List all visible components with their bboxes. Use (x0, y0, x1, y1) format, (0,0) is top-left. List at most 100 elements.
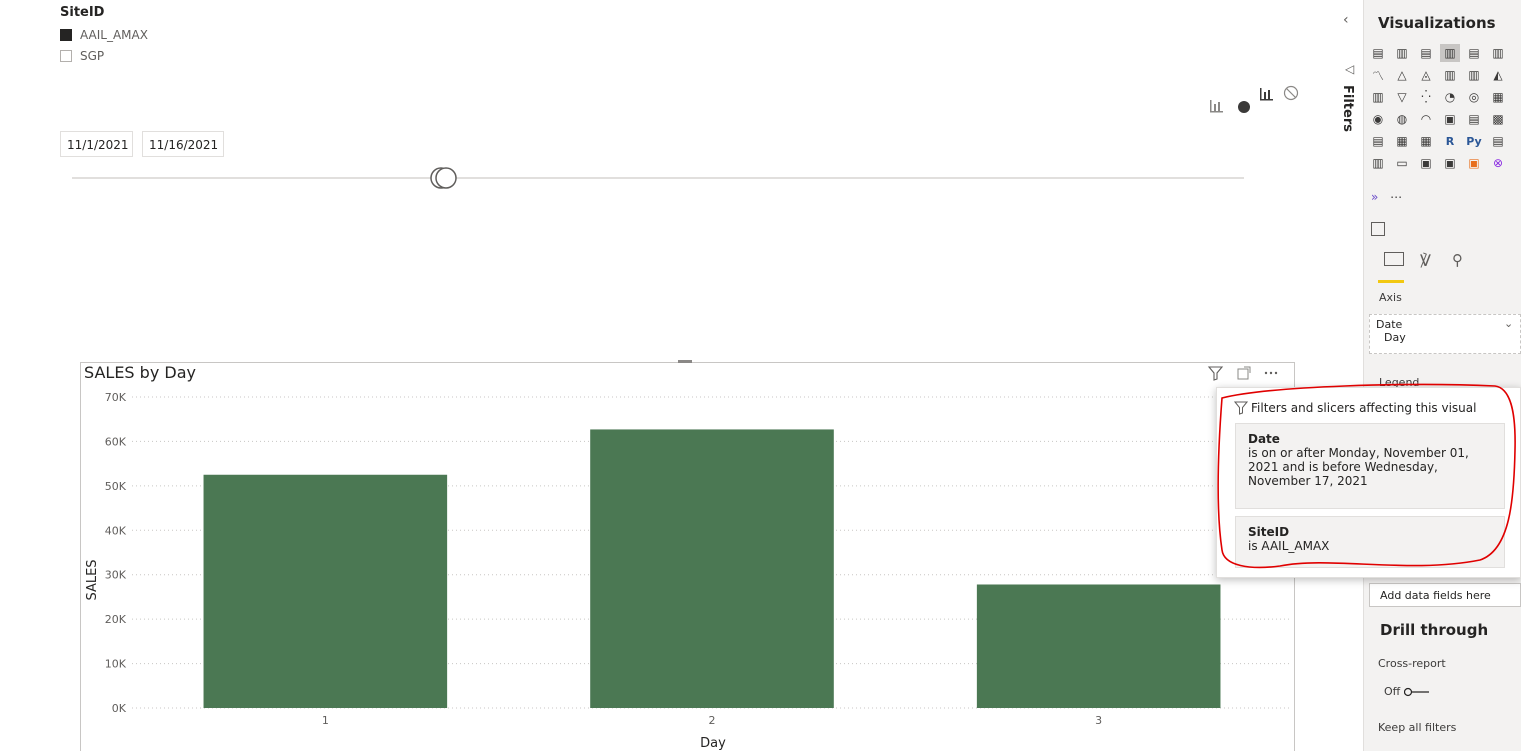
filter-icon[interactable] (1207, 366, 1224, 381)
y-tick-label: 70K (105, 391, 127, 404)
sales-bar-chart: SALES Day 0K 10K 20K 30K 40K 50K 60K 70K 1 2 3 (85, 391, 1292, 751)
matrix-icon[interactable]: ▦ (1416, 132, 1436, 150)
table-icon[interactable]: ▦ (1392, 132, 1412, 150)
decomposition-tree-icon[interactable]: ▥ (1368, 154, 1388, 172)
cross-report-label: Cross-report (1378, 657, 1446, 670)
bar-day-2[interactable] (590, 429, 834, 708)
multirow-card-icon[interactable]: ▤ (1464, 110, 1484, 128)
red-annotation-circle (1217, 383, 1516, 569)
end-date-input[interactable]: 11/16/2021 (142, 131, 224, 157)
slicer-item-sgp[interactable]: SGP (60, 49, 104, 63)
clustered-bar-icon[interactable]: ▤ (1416, 44, 1436, 62)
key-influencers-icon[interactable]: ▤ (1488, 132, 1508, 150)
focus-mode-icon[interactable] (1237, 366, 1251, 380)
stacked-bar-icon[interactable]: ▤ (1368, 44, 1388, 62)
bar-day-3[interactable] (976, 584, 1221, 708)
stacked-column-icon[interactable]: ▥ (1392, 44, 1412, 62)
analytics-icon[interactable]: ⚲ (1452, 251, 1463, 269)
x-tick-label: 1 (322, 714, 329, 727)
100-column-icon[interactable]: ▥ (1488, 44, 1508, 62)
siteid-slicer-title: SiteID (60, 5, 105, 20)
keep-all-filters-label: Keep all filters (1378, 721, 1457, 734)
slicer-field-icon[interactable] (1371, 222, 1385, 236)
chevron-down-icon[interactable]: ⌄ (1504, 317, 1513, 330)
pie-icon[interactable]: ◔ (1440, 88, 1460, 106)
toggle-state-label: Off (1384, 685, 1401, 698)
filters-funnel-icon[interactable]: ◁ (1345, 62, 1354, 76)
map-icon[interactable]: ◉ (1368, 110, 1388, 128)
collapse-chevron-icon[interactable]: ‹ (1343, 12, 1349, 28)
slicer-item-label: SGP (80, 49, 105, 63)
treemap-icon[interactable]: ▦ (1488, 88, 1508, 106)
visual-interaction-icons (1210, 85, 1299, 113)
checkbox-unchecked-icon[interactable] (60, 50, 72, 62)
r-visual-icon[interactable]: R (1440, 132, 1460, 150)
resize-handle[interactable] (678, 360, 692, 363)
clustered-column-icon[interactable]: ▥ (1440, 44, 1460, 62)
x-tick-label: 3 (1095, 714, 1102, 727)
filled-map-icon[interactable]: ◍ (1392, 110, 1412, 128)
axis-field-well[interactable]: Date Day (1369, 314, 1521, 354)
y-tick-label: 0K (112, 702, 127, 715)
smart-narrative-icon[interactable]: ▣ (1416, 154, 1436, 172)
more-visuals-row: » ⋯ (1371, 190, 1402, 204)
y-tick-label: 60K (105, 435, 127, 448)
visual-type-grid: ▤ ▥ ▤ ▥ ▤ ▥ 〽 △ ◬ ▥ ▥ ◭ ▥ ▽ ⁛ ◔ ◎ ▦ ◉ ◍ ◠ ▣ ▤ ▩ ▤ ▦ ▦ R Py ▤ ▥ ▭ ▣ ▣ ▣ ⊗ (1368, 44, 1512, 176)
paginated-icon[interactable]: ▣ (1440, 154, 1460, 172)
add-data-fields-well[interactable]: Add data fields here (1369, 583, 1521, 607)
checkbox-checked-icon[interactable] (60, 29, 72, 41)
start-date-input[interactable]: 11/1/2021 (60, 131, 133, 157)
y-tick-label: 40K (105, 524, 127, 537)
visual-title: SALES by Day (84, 363, 196, 382)
waterfall-icon[interactable]: ▥ (1368, 88, 1388, 106)
donut-icon[interactable]: ◎ (1464, 88, 1484, 106)
filter-visual-icon-alt[interactable] (1260, 88, 1273, 101)
more-options-icon[interactable] (1264, 371, 1278, 375)
line-icon[interactable]: 〽 (1368, 66, 1388, 84)
y-axis-label: SALES (85, 559, 100, 600)
toggle-switch-icon[interactable] (1404, 687, 1430, 697)
slicer-item-label: AAIL_AMAX (80, 28, 148, 42)
stacked-area-icon[interactable]: ◬ (1416, 66, 1436, 84)
100-bar-icon[interactable]: ▤ (1464, 44, 1484, 62)
more-icon[interactable]: ⋯ (1390, 190, 1402, 204)
scatter-icon[interactable]: ⁛ (1416, 88, 1436, 106)
line-clustered-icon[interactable]: ▥ (1464, 66, 1484, 84)
y-tick-label: 10K (105, 658, 127, 671)
axis-label: Axis (1379, 291, 1402, 304)
visualizations-title: Visualizations (1378, 14, 1496, 32)
date-range-handles[interactable] (429, 166, 459, 190)
fields-tab-icon[interactable] (1380, 252, 1410, 274)
gauge-icon[interactable]: ◠ (1416, 110, 1436, 128)
slicer-icon[interactable]: ▤ (1368, 132, 1388, 150)
highlight-visual-icon[interactable] (1238, 101, 1250, 113)
card-icon[interactable]: ▣ (1440, 110, 1460, 128)
slicer-item-aail-amax[interactable]: AAIL_AMAX (60, 28, 148, 42)
x-tick-label: 2 (709, 714, 716, 727)
cross-report-toggle[interactable]: Off (1384, 685, 1430, 698)
chevron-double-icon[interactable]: » (1371, 190, 1378, 204)
power-apps-icon[interactable]: ▣ (1464, 154, 1484, 172)
y-tick-label: 50K (105, 480, 127, 493)
kpi-icon[interactable]: ▩ (1488, 110, 1508, 128)
axis-subfield-name[interactable]: Day (1376, 331, 1514, 344)
x-axis-label: Day (700, 736, 726, 751)
line-column-icon[interactable]: ▥ (1440, 66, 1460, 84)
area-icon[interactable]: △ (1392, 66, 1412, 84)
drill-through-heading: Drill through (1380, 621, 1489, 639)
date-range-track[interactable] (72, 177, 1244, 179)
power-automate-icon[interactable]: ⊗ (1488, 154, 1508, 172)
y-tick-label: 20K (105, 613, 127, 626)
funnel-icon[interactable]: ▽ (1392, 88, 1412, 106)
filters-label[interactable]: Filters (1340, 85, 1355, 132)
active-tab-indicator (1378, 280, 1404, 283)
bar-day-1[interactable] (203, 474, 448, 708)
none-interaction-icon[interactable] (1283, 85, 1299, 101)
filter-visual-icon[interactable] (1210, 100, 1223, 113)
format-paint-icon[interactable]: ℣ (1420, 251, 1431, 270)
axis-field-name[interactable]: Date (1376, 318, 1514, 331)
y-tick-label: 30K (105, 569, 127, 582)
python-visual-icon[interactable]: Py (1464, 132, 1484, 150)
qa-icon[interactable]: ▭ (1392, 154, 1412, 172)
ribbon-icon[interactable]: ◭ (1488, 66, 1508, 84)
